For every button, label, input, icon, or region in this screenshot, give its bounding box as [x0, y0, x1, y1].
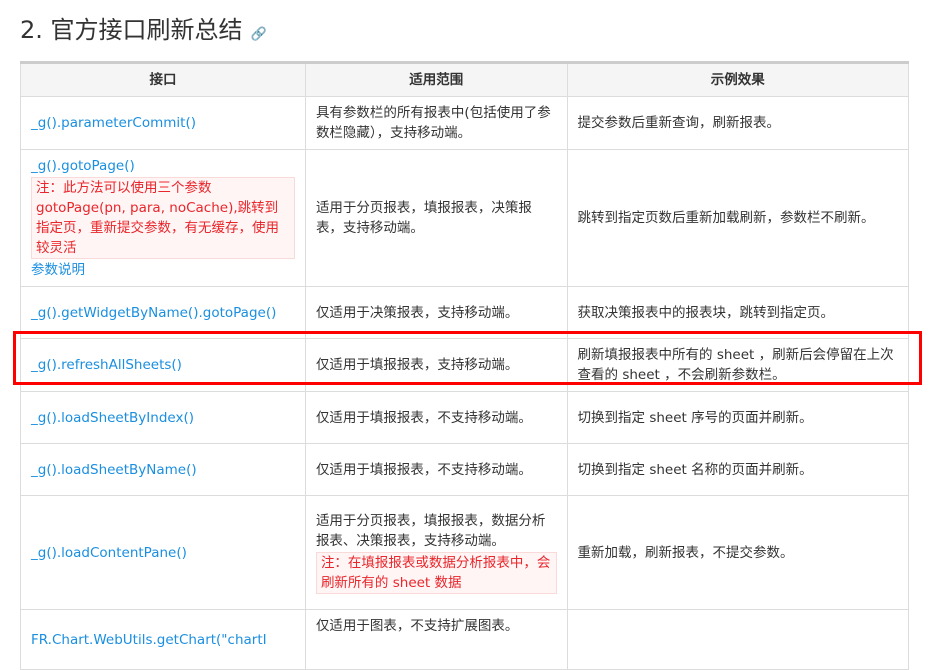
api-link[interactable]: _g().loadContentPane()	[31, 543, 295, 563]
header-scope: 适用范围	[304, 62, 568, 97]
table-row: _g().parameterCommit() 具有参数栏的所有报表中(包括使用了…	[20, 96, 910, 150]
table-row: FR.Chart.WebUtils.getChart("chartI 仅适用于图…	[20, 609, 910, 670]
scope-cell: 仅适用于填报报表，不支持移动端。	[304, 443, 568, 496]
param-doc-link[interactable]: 参数说明	[31, 260, 295, 280]
section-heading: 2. 官方接口刷新总结 🔗	[20, 10, 267, 45]
table-row: _g().loadContentPane() 适用于分页报表，填报报表，数据分析…	[20, 495, 910, 610]
header-effect: 示例效果	[566, 62, 910, 97]
scope-cell: 仅适用于填报报表，支持移动端。	[304, 338, 568, 392]
header-api: 接口	[20, 62, 306, 97]
effect-cell: 切换到指定 sheet 名称的页面并刷新。	[566, 443, 910, 496]
effect-cell: 切换到指定 sheet 序号的页面并刷新。	[566, 391, 910, 444]
effect-cell: 跳转到指定页数后重新加载刷新，参数栏不刷新。	[566, 149, 910, 287]
table-row-highlighted: _g().refreshAllSheets() 仅适用于填报报表，支持移动端。 …	[20, 338, 910, 392]
api-link[interactable]: _g().parameterCommit()	[31, 113, 295, 133]
scope-cell: 仅适用于填报报表，不支持移动端。	[304, 391, 568, 444]
link-icon[interactable]: 🔗	[251, 27, 267, 42]
effect-cell: 获取决策报表中的报表块，跳转到指定页。	[566, 286, 910, 339]
api-note: 注：此方法可以使用三个参数 gotoPage(pn, para, noCache…	[31, 177, 295, 259]
api-link[interactable]: _g().loadSheetByIndex()	[31, 408, 295, 428]
effect-cell: 重新加载，刷新报表，不提交参数。	[566, 495, 910, 610]
api-link[interactable]: _g().gotoPage()	[31, 156, 295, 176]
table-row: _g().gotoPage() 注：此方法可以使用三个参数 gotoPage(p…	[20, 149, 910, 287]
api-link[interactable]: FR.Chart.WebUtils.getChart("chartI	[31, 630, 295, 650]
scope-cell: 适用于分页报表，填报报表，决策报表，支持移动端。	[304, 149, 568, 287]
scope-cell: 具有参数栏的所有报表中(包括使用了参数栏隐藏），支持移动端。	[304, 96, 568, 150]
scope-cell: 仅适用于决策报表，支持移动端。	[304, 286, 568, 339]
table-row: _g().getWidgetByName().gotoPage() 仅适用于决策…	[20, 286, 910, 339]
scope-note: 注：在填报报表或数据分析报表中，会刷新所有的 sheet 数据	[315, 551, 557, 594]
effect-cell: 刷新填报报表中所有的 sheet ，刷新后会停留在上次查看的 sheet ，不会…	[566, 338, 910, 392]
scope-text: 适用于分页报表，填报报表，数据分析报表、决策报表，支持移动端。	[315, 512, 546, 549]
api-link[interactable]: _g().loadSheetByName()	[31, 460, 295, 480]
table-header: 接口 适用范围 示例效果	[20, 62, 910, 97]
heading-title: 2. 官方接口刷新总结	[20, 16, 243, 44]
table-row: _g().loadSheetByName() 仅适用于填报报表，不支持移动端。 …	[20, 443, 910, 496]
api-table: 接口 适用范围 示例效果 _g().parameterCommit() 具有参数…	[20, 61, 910, 670]
table-row: _g().loadSheetByIndex() 仅适用于填报报表，不支持移动端。…	[20, 391, 910, 444]
scope-cell: 仅适用于图表，不支持扩展图表。	[304, 609, 568, 670]
api-link[interactable]: _g().refreshAllSheets()	[31, 355, 295, 375]
effect-cell	[566, 609, 910, 670]
effect-cell: 提交参数后重新查询，刷新报表。	[566, 96, 910, 150]
api-link[interactable]: _g().getWidgetByName().gotoPage()	[31, 303, 295, 323]
